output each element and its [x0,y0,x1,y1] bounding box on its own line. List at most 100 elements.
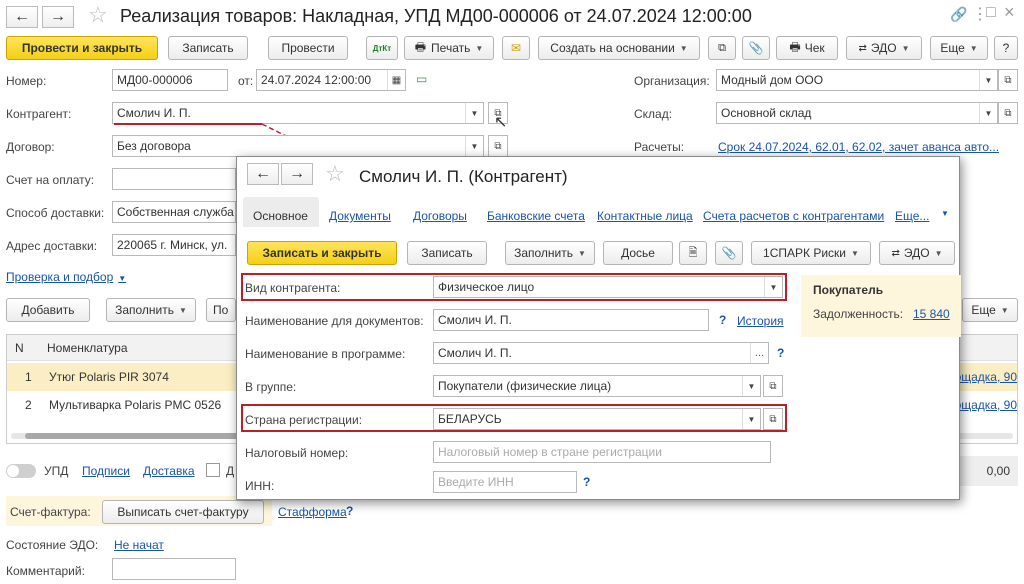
column-item-header[interactable]: Номенклатура [47,341,128,355]
total-value: 0,00 [986,464,1010,478]
row-warehouse-link[interactable]: ощадка, 90 [955,398,1017,412]
delivery-address-value: 220065 г. Минск, ул. [117,238,228,252]
history-link[interactable]: История [737,314,784,328]
open-contract-icon[interactable]: ⧉ [488,135,508,157]
invoice-for-payment-label: Счет на оплату: [6,173,95,187]
tab-contacts[interactable]: Контактные лица [597,209,693,223]
payments-link[interactable]: Срок 24.07.2024, 62.01, 62.02, зачет ава… [718,140,999,154]
save-and-close-label: Записать и закрыть [262,246,382,260]
dialog-forward-button[interactable]: → [281,163,313,185]
chevron-down-icon: ▼ [934,248,943,258]
row-number: 2 [25,398,32,412]
progname-label: Наименование в программе: [245,347,406,361]
document-icon: 🗎 [688,246,698,259]
help-icon[interactable]: ? [719,313,726,327]
d-label: Д [226,464,235,478]
comment-label: Комментарий: [6,564,85,578]
delivery-method-label: Способ доставки: [6,206,105,220]
chevron-down-icon[interactable]: ▼ [742,376,760,396]
comment-field[interactable] [112,558,236,580]
upd-label: УПД [44,464,69,478]
edo-state-link[interactable]: Не начат [114,538,164,552]
dossier-label: Досье [621,246,655,260]
row-item: Утюг Polaris PIR 3074 [49,370,169,384]
arrow-left-icon: ← [255,165,271,182]
favorite-star-icon[interactable]: ☆ [325,161,345,187]
row-warehouse-link[interactable]: ощадка, 90 [955,370,1017,384]
table-more-button[interactable]: Еще ▼ [962,298,1018,322]
scrollbar-thumb[interactable] [25,433,245,439]
arrow-right-icon: → [289,165,305,182]
fill-table-label: Заполнить [115,303,174,317]
issue-invoice-button[interactable]: Выписать счет-фактуру [102,500,264,524]
invoice-label: Счет-фактура: [10,505,91,519]
debt-link[interactable]: 15 840 [913,307,950,321]
total-panel: 0,00 [960,456,1018,486]
progname-field[interactable]: Смолич И. П.… [433,342,769,364]
chevron-down-icon: ▼ [1000,305,1009,315]
buyer-panel: Покупатель Задолженность: 15 840 [801,275,961,337]
chevron-down-icon: ▼ [118,274,127,283]
counterparty-dialog: ← → ☆ Смолич И. П. (Контрагент) Основное… [236,156,961,500]
add-row-button[interactable]: Добавить [6,298,90,322]
delivery-link[interactable]: Доставка [143,464,195,478]
highlight-country [241,404,787,432]
staforma-link[interactable]: Стафформа [278,505,347,519]
dialog-save-button[interactable]: Записать [407,241,487,265]
chevron-down-icon[interactable]: ▼ [941,209,949,218]
debt-label: Задолженность: [813,307,904,321]
tab-contracts[interactable]: Договоры [413,209,467,223]
column-n-header[interactable]: N [15,341,24,355]
tab-more[interactable]: Еще... [895,209,929,223]
check-and-select-link[interactable]: Проверка и подбор ▼ [6,270,126,284]
help-icon[interactable]: ? [346,504,353,518]
tax-number-field[interactable]: Налоговый номер в стране регистрации [433,441,771,463]
tab-documents[interactable]: Документы [329,209,391,223]
spark-label: 1СПАРК Риски [763,246,847,260]
help-icon[interactable]: ? [777,346,784,360]
chevron-down-icon: ▼ [179,305,187,315]
invoice-for-payment-field[interactable] [112,168,236,190]
docname-field[interactable]: Смолич И. П. [433,309,709,331]
delivery-address-field[interactable]: 220065 г. Минск, ул. [112,234,236,256]
tab-settlement-accounts[interactable]: Счета расчетов с контрагентами [703,209,884,223]
dialog-fill-button[interactable]: Заполнить ▼ [505,241,595,265]
inn-field[interactable]: Введите ИНН [433,471,577,493]
tab-bank-accounts[interactable]: Банковские счета [487,209,585,223]
dialog-edo-button[interactable]: ⇄ ЭДО ▼ [879,241,955,265]
doc-button[interactable]: 🗎 [679,241,707,265]
dialog-edo-label: ЭДО [903,246,930,260]
row-item: Мультиварка Polaris PMC 0526 [49,398,222,412]
row-number: 1 [25,370,32,384]
dialog-fill-label: Заполнить [514,246,573,260]
dialog-back-button[interactable]: ← [247,163,279,185]
edo-state-label: Состояние ЭДО: [6,538,99,552]
docname-value: Смолич И. П. [438,313,512,327]
d-checkbox[interactable] [206,463,220,477]
tab-main[interactable]: Основное [253,209,308,223]
upd-toggle[interactable] [6,464,36,478]
paperclip-icon: 📎 [721,246,737,260]
open-group-icon[interactable]: ⧉ [763,375,783,397]
contract-field[interactable]: Без договора ▼ [112,135,484,157]
group-value: Покупатели (физические лица) [438,379,612,393]
signatures-link[interactable]: Подписи [82,464,130,478]
chevron-down-icon[interactable]: ▼ [465,136,483,156]
fill-table-button[interactable]: Заполнить ▼ [106,298,196,322]
help-icon[interactable]: ? [583,475,590,489]
select-label: По [213,303,229,317]
chevron-down-icon: ▼ [851,248,859,258]
tax-number-placeholder: Налоговый номер в стране регистрации [438,445,662,459]
group-field[interactable]: Покупатели (физические лица) ▼ [433,375,761,397]
delivery-address-label: Адрес доставки: [6,239,98,253]
ellipsis-icon[interactable]: … [750,343,768,363]
dossier-button[interactable]: Досье [603,241,673,265]
chevron-down-icon: ▼ [578,248,586,258]
spark-button[interactable]: 1СПАРК Риски ▼ [751,241,871,265]
save-and-close-button[interactable]: Записать и закрыть [247,241,397,265]
delivery-method-field[interactable]: Собственная служба [112,201,236,223]
contract-label: Договор: [6,140,55,154]
dialog-attach-button[interactable]: 📎 [715,241,743,265]
select-button[interactable]: По [206,298,236,322]
tax-number-label: Налоговый номер: [245,446,349,460]
